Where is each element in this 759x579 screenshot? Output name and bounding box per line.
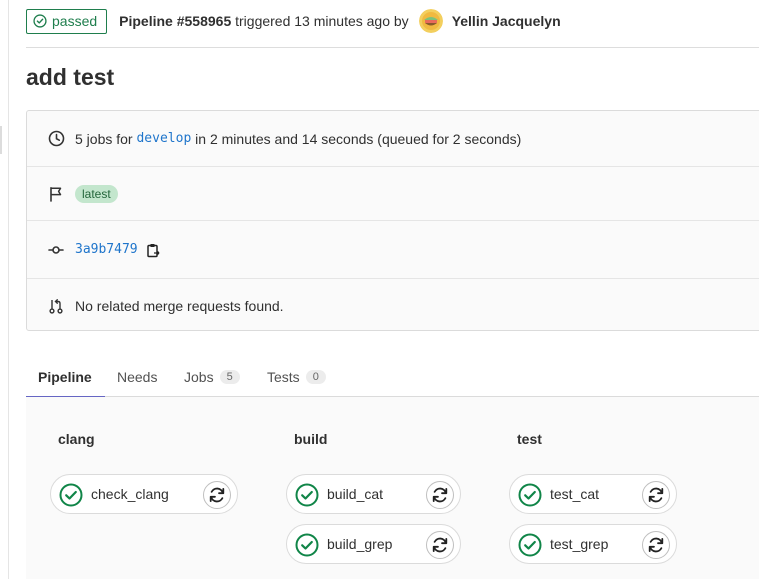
clipboard-icon[interactable] [146,243,160,258]
merge-requests-text: No related merge requests found. [75,297,284,314]
duration-row: 5 jobs for develop in 2 minutes and 14 s… [27,111,759,166]
duration-text: in 2 minutes and 14 seconds (queued for … [195,130,522,147]
retry-icon[interactable] [642,531,670,559]
tags-row: latest [27,167,759,220]
author-link[interactable]: Yellin Jacquelyn [452,13,561,29]
commit-icon [47,241,65,259]
job-build-grep[interactable]: build_grep [286,524,461,564]
tab-tests[interactable]: Tests 0 [267,356,326,397]
check-circle-icon [59,483,83,507]
jobs-count-badge: 5 [219,369,240,384]
retry-icon[interactable] [426,531,454,559]
merge-request-icon [47,297,65,315]
stage-title: test [517,431,542,447]
page-title: add test [26,64,115,90]
pipeline-tabs: Pipeline Needs Jobs 5 Tests 0 [26,356,759,398]
job-test-grep[interactable]: test_grep [509,524,677,564]
tab-jobs[interactable]: Jobs 5 [184,356,240,397]
job-name: test_grep [550,536,609,552]
pipeline-graph: clang build test check_clang build_cat b… [26,397,759,579]
job-name: test_cat [550,486,600,502]
stage-title: build [294,431,328,447]
check-circle-icon [33,14,47,28]
tab-pipeline[interactable]: Pipeline [38,356,92,397]
commit-row: 3a9b7479 [27,221,759,278]
avatar[interactable] [418,9,443,33]
stage-title: clang [58,431,95,447]
job-name: build_grep [327,536,393,552]
check-circle-icon [518,483,542,507]
triggered-text: triggered 13 minutes ago by [235,13,409,29]
job-build-cat[interactable]: build_cat [286,474,461,514]
job-test-cat[interactable]: test_cat [509,474,677,514]
job-name: build_cat [327,486,384,502]
job-check-clang[interactable]: check_clang [50,474,238,514]
status-label: passed [52,13,98,29]
check-circle-icon [295,533,319,557]
clock-icon [47,130,65,148]
flag-icon [47,185,65,203]
status-badge[interactable]: passed [26,8,108,34]
check-circle-icon [518,533,542,557]
retry-icon[interactable] [203,481,231,509]
pipeline-info-card: 5 jobs for develop in 2 minutes and 14 s… [26,110,759,331]
merge-requests-row: No related merge requests found. [27,279,759,332]
branch-link[interactable]: develop [136,131,191,146]
jobs-summary: 5 jobs for [75,130,133,147]
latest-badge: latest [75,184,118,203]
header-divider [26,47,759,48]
pipeline-header: passed Pipeline #558965 triggered 13 min… [26,8,561,34]
retry-icon[interactable] [426,481,454,509]
pipeline-id: Pipeline #558965 [119,13,232,29]
sidebar-edge [8,0,9,579]
commit-sha-link[interactable]: 3a9b7479 [75,242,138,257]
pipeline-page: passed Pipeline #558965 triggered 13 min… [0,0,759,579]
tests-count-badge: 0 [305,369,326,384]
job-name: check_clang [91,486,169,502]
tab-needs[interactable]: Needs [117,356,157,397]
retry-icon[interactable] [642,481,670,509]
sidebar-handle[interactable] [0,126,2,154]
check-circle-icon [295,483,319,507]
